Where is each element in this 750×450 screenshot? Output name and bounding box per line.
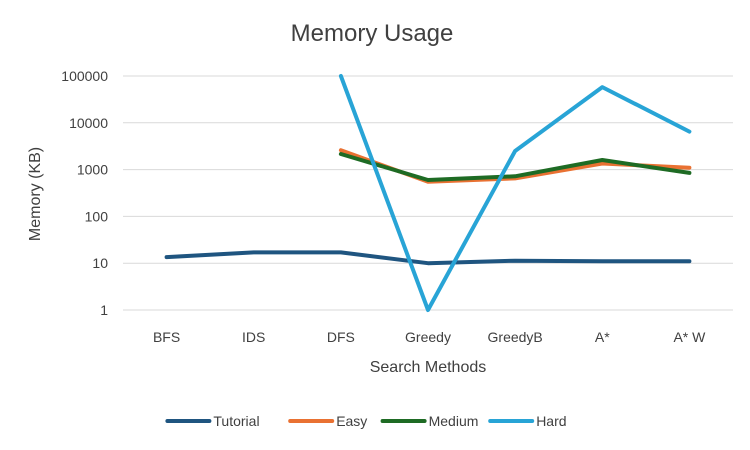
y-tick-label: 1000 [77,162,108,178]
x-tick-label: IDS [242,329,265,345]
x-tick-label: BFS [153,329,180,345]
gridlines [123,75,733,311]
legend-label: Easy [336,413,367,429]
y-tick-label: 10000 [69,115,108,131]
series-line-hard [338,74,692,312]
legend: Tutorial Easy Medium Hard [165,413,567,429]
x-tick-label: DFS [327,329,355,345]
series-line-tutorial [164,250,692,266]
y-axis-tick-labels: 1 10 100 1000 10000 100000 [61,68,108,318]
x-axis-tick-labels: BFS IDS DFS Greedy GreedyB A* A* W [153,329,706,345]
legend-label: Tutorial [213,413,259,429]
x-tick-label: A* W [673,329,706,345]
y-tick-label: 100000 [61,68,108,84]
y-tick-label: 10 [92,255,108,271]
legend-label: Medium [429,413,479,429]
x-tick-label: Greedy [405,329,451,345]
y-axis-title: Memory (KB) [27,147,44,241]
chart-title: Memory Usage [291,20,454,47]
chart: Memory Usage 1 10 100 1000 10000 100000 BFS ID… [0,0,750,450]
y-tick-label: 100 [85,208,109,224]
x-tick-label: A* [595,329,610,345]
x-tick-label: GreedyB [488,329,543,345]
y-tick-label: 1 [100,302,108,318]
x-axis-title: Search Methods [370,359,487,376]
series-lines [164,74,692,312]
memory-usage-line-chart: Memory Usage 1 10 100 1000 10000 100000 BFS ID… [27,20,733,429]
legend-label: Hard [536,413,566,429]
series-line-medium [338,152,692,182]
